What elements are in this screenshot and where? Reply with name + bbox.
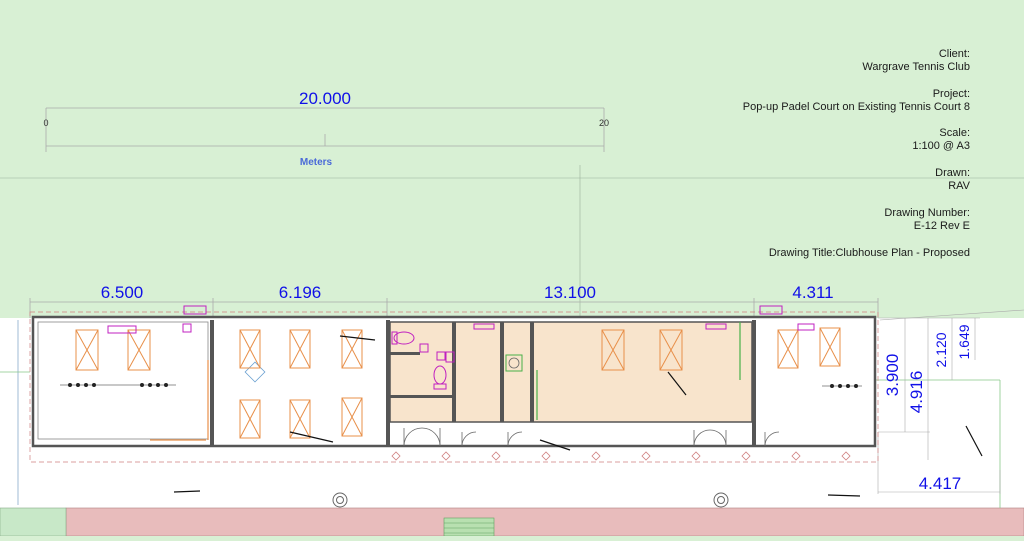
scale-bar-length-label: 20.000 [299, 89, 351, 108]
title-block-project: Project: Pop-up Padel Court on Existing … [743, 88, 970, 114]
dimension-label: 6.500 [101, 283, 144, 302]
dimension-label: 2.120 [933, 332, 949, 367]
client-label: Client: [938, 48, 970, 60]
dimension-label: 6.196 [279, 283, 322, 302]
paving-strip [65, 507, 1024, 537]
dimension-label: 3.900 [883, 354, 902, 397]
clubhouse-plan-drawing: 20.000 0 20 Meters 6.500 6.196 13.100 4.… [0, 0, 1024, 537]
dimension-label: 4.417 [919, 474, 962, 493]
title-block-title: Drawing Title:Clubhouse Plan - Proposed [769, 247, 970, 260]
grass-corner [0, 507, 67, 537]
dimension-label: 4.311 [792, 283, 833, 302]
partition-wall [386, 320, 390, 446]
title-block-drawn: Drawn: RAV [935, 167, 970, 193]
scale-label: Scale: [939, 127, 970, 139]
client-value: Wargrave Tennis Club [862, 61, 970, 73]
building [31, 315, 877, 448]
drawing-number-value: E-12 Rev E [913, 220, 970, 232]
dimension-label: 4.916 [907, 371, 926, 414]
title-block: Client: Wargrave Tennis Club [862, 48, 970, 74]
dimension-label: 1.649 [956, 324, 972, 359]
title-block-scale: Scale: 1:100 @ A3 [912, 127, 970, 153]
project-label: Project: [932, 88, 970, 100]
scale-bar-start-tick: 0 [43, 118, 48, 128]
title-block-number: Drawing Number: E-12 Rev E [884, 207, 970, 233]
clubroom-interior [389, 321, 753, 423]
plan-canvas: 20.000 0 20 Meters 6.500 6.196 13.100 4.… [0, 0, 1024, 537]
drawn-value: RAV [948, 180, 970, 192]
partition-wall [752, 320, 756, 446]
partition-wall [210, 320, 214, 446]
scale-bar-end-tick: 20 [599, 118, 609, 128]
project-value: Pop-up Padel Court on Existing Tennis Co… [742, 101, 970, 113]
scale-value: 1:100 @ A3 [912, 140, 970, 152]
dimension-label: 13.100 [544, 283, 596, 302]
scale-bar-unit: Meters [300, 157, 333, 168]
drawn-label: Drawn: [935, 167, 970, 179]
drawing-title: Drawing Title:Clubhouse Plan - Proposed [768, 247, 970, 259]
drawing-number-label: Drawing Number: [884, 207, 970, 219]
